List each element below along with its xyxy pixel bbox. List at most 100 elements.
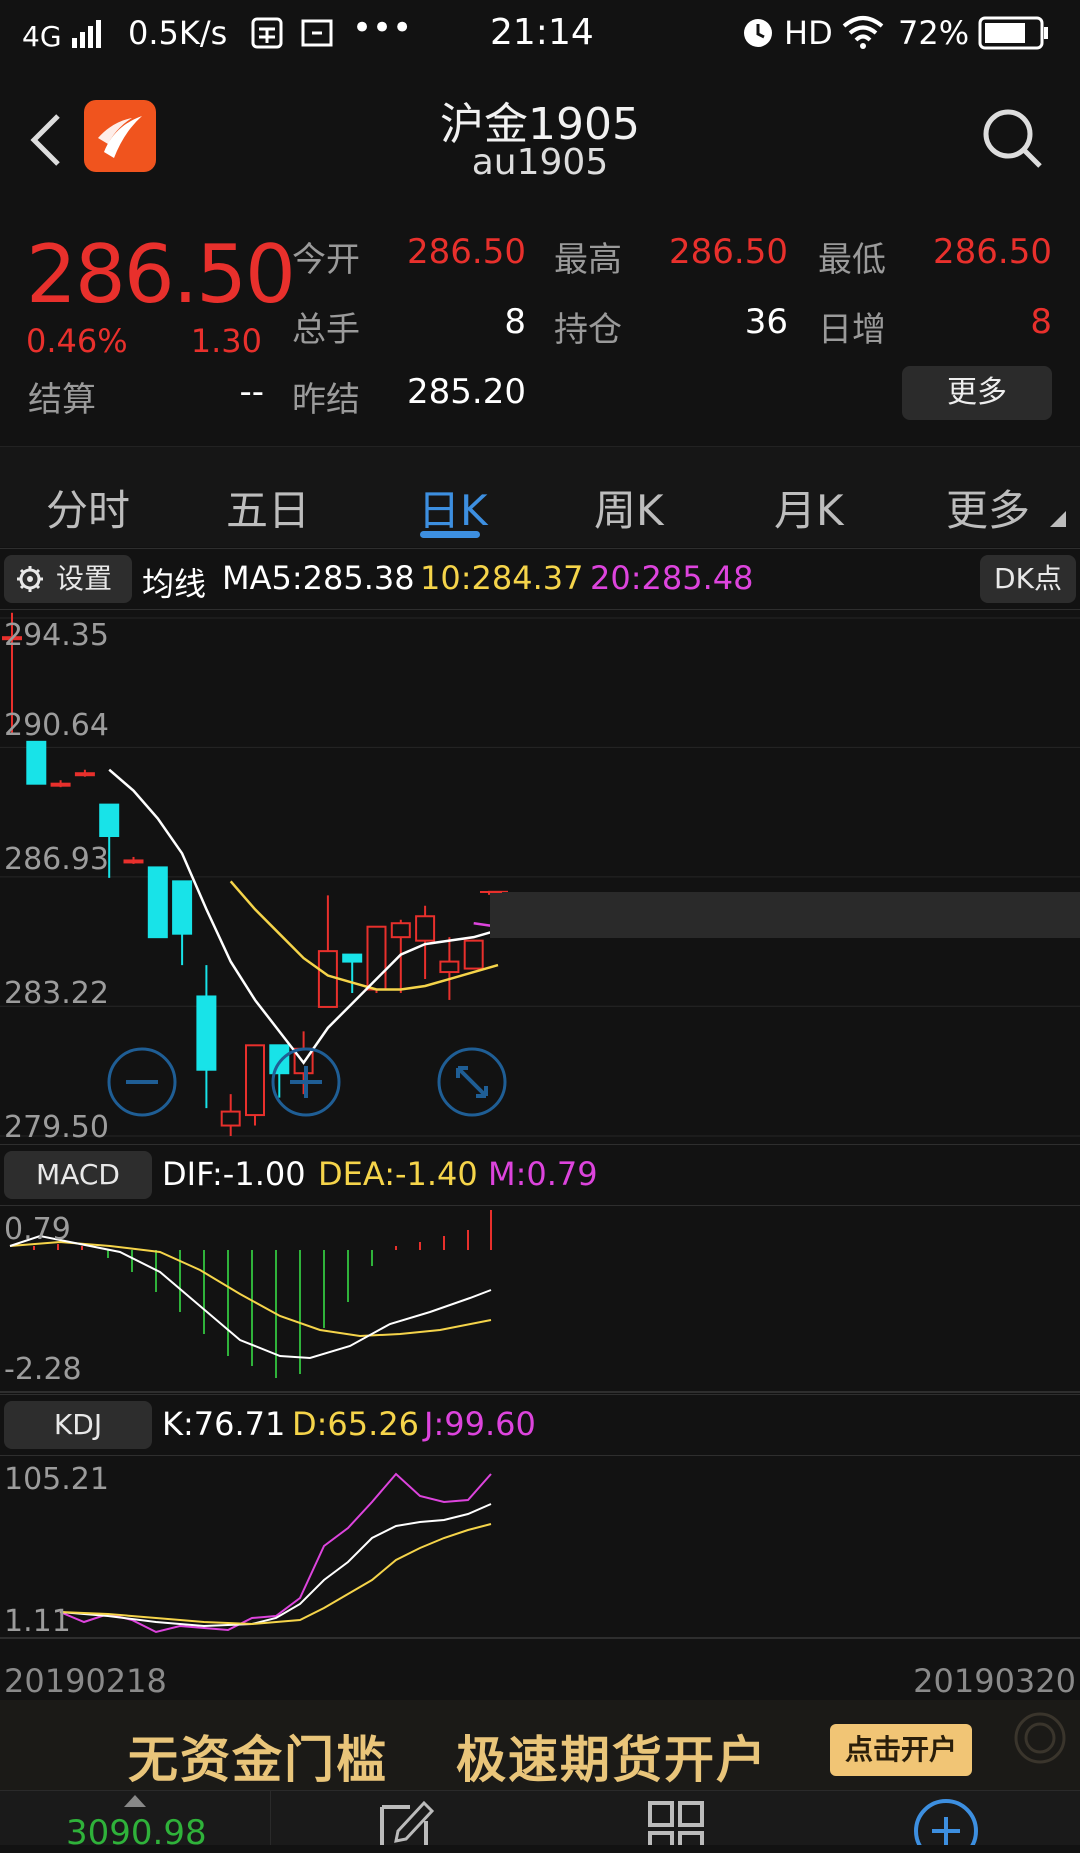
ma10-value: 10:284.37 (420, 559, 584, 597)
prev-settle-value: 285.20 (407, 372, 526, 412)
kdj-k: K:76.71 (162, 1405, 286, 1443)
last-price: 286.50 (26, 228, 296, 321)
kdj-chart (0, 1472, 1080, 1639)
edit-icon[interactable] (376, 1797, 436, 1845)
signal-icon (72, 20, 101, 48)
macd-dif: DIF:-1.00 (162, 1155, 306, 1193)
header: 沪金1905 au1905 (0, 72, 1080, 202)
candle-body (172, 880, 193, 935)
index-value: 3090.98 (66, 1813, 207, 1853)
candle-body (342, 953, 363, 963)
tab-five-day[interactable]: 五日 (226, 477, 310, 538)
tab-monthly-k[interactable]: 月K (774, 477, 844, 538)
price-chart-area[interactable]: 294.35 290.64 286.93 283.22 279.50 (0, 610, 1080, 1145)
ma-label: 均线 (142, 565, 207, 603)
candle-body (99, 803, 120, 838)
more-button[interactable]: 更多 (902, 366, 1052, 420)
grid-menu-icon[interactable] (648, 1801, 704, 1845)
price-axis-max: 294.35 (4, 618, 109, 653)
bottom-nav: 3090.98 (0, 1790, 1080, 1853)
search-icon[interactable] (980, 106, 1046, 172)
banner-text-2: 极速期货开户 (456, 1731, 768, 1789)
candle-body (317, 950, 338, 1008)
hd-indicator: HD (784, 14, 833, 52)
date-axis: 20190218 20190320 (0, 1640, 1080, 1700)
candle-body (196, 995, 217, 1071)
open-interest-value: 36 (744, 302, 788, 342)
settings-label: 设置 (56, 562, 113, 595)
kdj-selector[interactable]: KDJ (4, 1401, 152, 1449)
kdj-axis-max: 105.21 (4, 1462, 109, 1497)
macd-selector[interactable]: MACD (4, 1151, 152, 1199)
open-value: 286.50 (407, 232, 526, 272)
tab-daily-k[interactable]: 日K (418, 477, 488, 538)
promo-banner[interactable]: 无资金门槛 极速期货开户 点击开户 (0, 1700, 1080, 1790)
period-tabs: 分时 五日 日K 周K 月K 更多 (0, 446, 1080, 547)
kdj-bar: KDJ K:76.71 D:65.26 J:99.60 (0, 1394, 1080, 1456)
app-notification-icon (251, 17, 283, 49)
date-end: 20190320 (913, 1662, 1076, 1700)
arrow-up-icon (124, 1795, 146, 1807)
battery-icon (978, 16, 1048, 50)
tab-intraday[interactable]: 分时 (46, 477, 130, 538)
ma-bar: 设置 均线 MA5:285.38 10:284.37 20:285.48 DK点 (0, 548, 1080, 610)
banner-text-1: 无资金门槛 (128, 1731, 388, 1789)
screenshot-notification-icon (301, 19, 333, 47)
price-axis-2: 290.64 (4, 708, 109, 743)
banner-watermark-icon (1014, 1712, 1066, 1764)
contract-code: au1905 (471, 142, 609, 183)
macd-axis-max: 0.79 (4, 1212, 71, 1247)
macd-bar: MACD DIF:-1.00 DEA:-1.40 M:0.79 (0, 1144, 1080, 1206)
wifi-icon (842, 16, 884, 49)
candle-body (220, 1110, 241, 1127)
macd-chart-area[interactable]: 0.79 -2.28 (0, 1206, 1080, 1394)
active-tab-indicator (420, 531, 480, 538)
macd-dea: DEA:-1.40 (318, 1155, 478, 1193)
daily-change-label: 日增 (818, 310, 886, 350)
candle-body (147, 866, 168, 939)
tab-weekly-k[interactable]: 周K (594, 477, 664, 538)
macd-m: M:0.79 (488, 1155, 598, 1193)
settle-label: 结算 (28, 380, 96, 420)
zoom-in-icon[interactable] (270, 1046, 342, 1118)
price-axis-4: 283.22 (4, 976, 109, 1011)
open-interest-label: 持仓 (554, 310, 622, 350)
candle-body (390, 922, 411, 939)
fullscreen-icon[interactable] (436, 1046, 508, 1118)
zoom-out-icon[interactable] (106, 1046, 178, 1118)
battery-percent: 72% (898, 14, 970, 52)
more-corner-icon (1050, 511, 1066, 527)
open-account-button[interactable]: 点击开户 (830, 1724, 972, 1776)
kdj-chart-area[interactable]: 105.21 1.11 (0, 1456, 1080, 1640)
macd-axis-min: -2.28 (4, 1352, 82, 1387)
price-highlight-band (490, 892, 1080, 938)
dk-point-button[interactable]: DK点 (980, 555, 1076, 603)
index-ticker[interactable]: 3090.98 (0, 1791, 271, 1853)
status-bar: 4G 0.5K/s ••• 21:14 HD 72% (0, 0, 1080, 72)
candle-body (245, 1044, 265, 1117)
candle-body (439, 960, 460, 974)
kdj-j: J:99.60 (424, 1405, 536, 1443)
daily-change-value: 8 (1030, 302, 1052, 342)
settings-button[interactable]: 设置 (4, 555, 132, 603)
candle-body (463, 939, 484, 970)
candle-body (26, 740, 47, 785)
high-label: 最高 (554, 240, 622, 280)
prev-settle-label: 昨结 (292, 380, 360, 420)
candle-body (74, 772, 95, 777)
high-value: 286.50 (669, 232, 788, 272)
change-percent: 0.46% (26, 322, 128, 360)
candle-body (50, 782, 71, 787)
alarm-icon (744, 19, 772, 47)
add-watchlist-icon[interactable] (912, 1797, 980, 1845)
quote-panel: 286.50 0.46% 1.30 结算 -- 今开 286.50 最高 286… (0, 202, 1080, 446)
ma5-value: MA5:285.38 (222, 559, 415, 597)
price-axis-3: 286.93 (4, 842, 109, 877)
network-speed: 0.5K/s (128, 14, 228, 52)
low-label: 最低 (818, 240, 886, 280)
tab-more[interactable]: 更多 (946, 477, 1030, 538)
network-type: 4G (22, 20, 62, 53)
ma20-value: 20:285.48 (590, 559, 754, 597)
volume-label: 总手 (292, 310, 360, 350)
status-time: 21:14 (490, 12, 594, 53)
